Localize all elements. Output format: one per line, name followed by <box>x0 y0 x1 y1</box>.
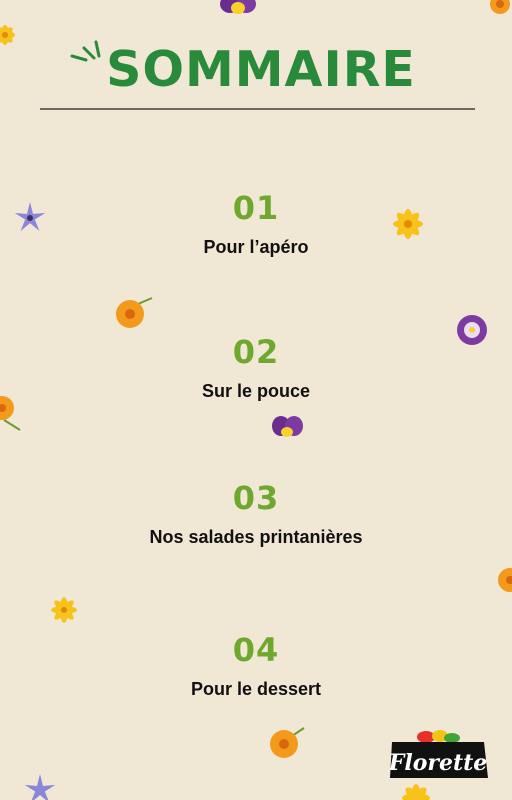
toc-number: 01 <box>232 189 280 227</box>
orange-marigold-icon <box>0 396 21 431</box>
toc-label: Pour l’apéro <box>203 237 309 257</box>
toc-number: 03 <box>232 479 280 517</box>
toc-label: Pour le dessert <box>190 679 322 699</box>
orange-marigold-icon <box>490 0 510 14</box>
logo-text: Florette <box>390 750 487 776</box>
yellow-flower-icon <box>0 25 15 45</box>
orange-marigold-icon <box>498 568 512 592</box>
toc-item-2[interactable]: 02 Sur le pouce <box>0 334 512 402</box>
orange-marigold-icon <box>116 297 153 328</box>
toc-item-4[interactable]: 04 Pour le dessert <box>0 632 512 700</box>
orange-marigold-icon <box>270 727 305 758</box>
blue-borage-icon <box>24 774 56 800</box>
toc-label: Nos salades printanières <box>149 527 363 547</box>
purple-pansy-icon <box>457 315 487 345</box>
purple-pansy-icon <box>272 416 303 437</box>
florette-logo: Florette <box>390 730 488 778</box>
title-divider <box>40 108 475 110</box>
page-title: SOMMAIRE <box>106 41 416 98</box>
blue-borage-icon <box>14 202 46 231</box>
toc-label: Sur le pouce <box>201 381 311 401</box>
toc-number: 04 <box>232 631 280 669</box>
yellow-flower-icon <box>402 784 430 800</box>
toc-number: 02 <box>232 333 280 371</box>
yellow-flower-icon <box>393 209 423 239</box>
page-header: SOMMAIRE <box>0 38 512 108</box>
toc-item-3[interactable]: 03 Nos salades printanières <box>0 480 512 548</box>
yellow-flower-icon <box>51 597 77 623</box>
toc-item-1[interactable]: 01 Pour l’apéro <box>0 190 512 258</box>
purple-pansy-icon <box>220 0 256 14</box>
